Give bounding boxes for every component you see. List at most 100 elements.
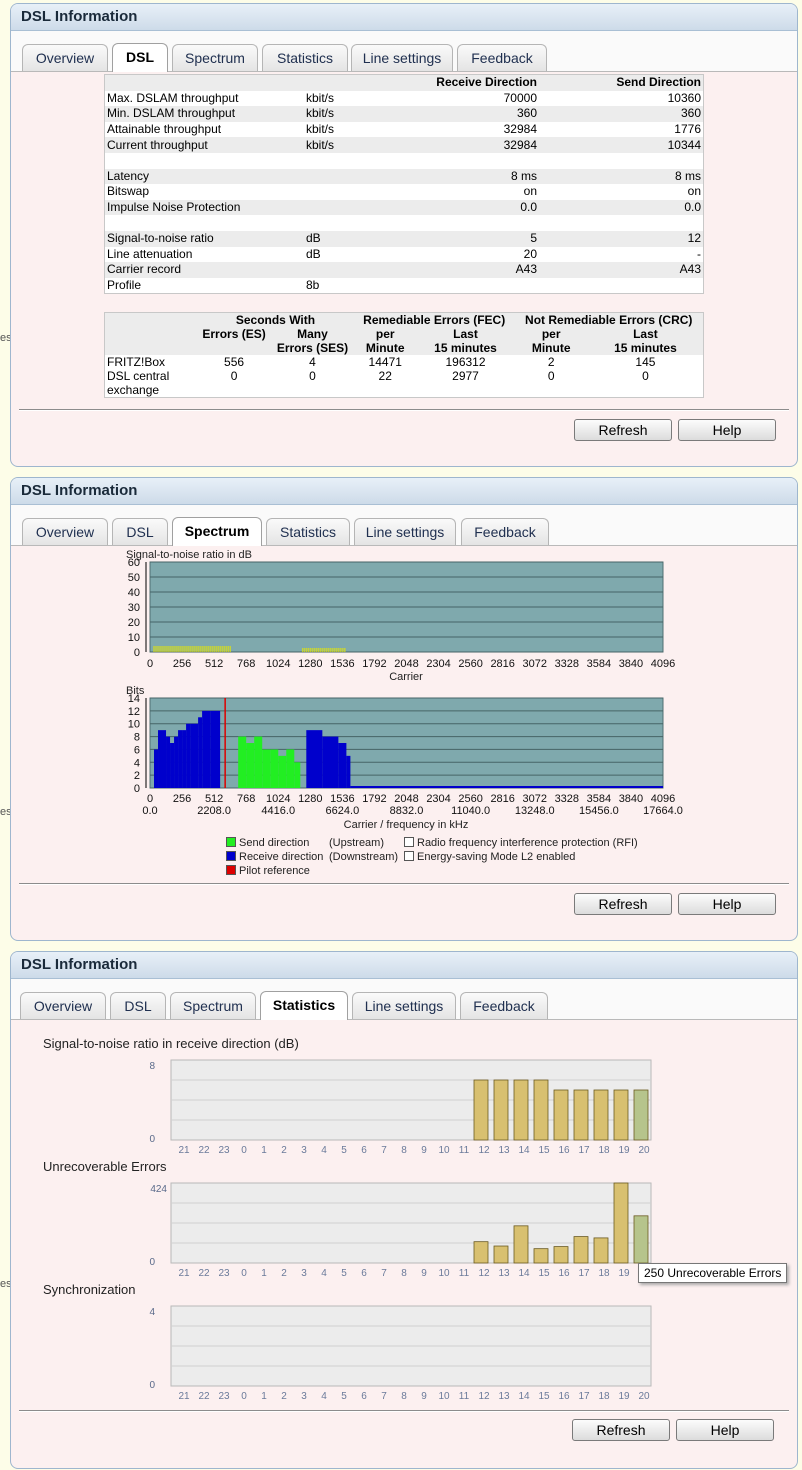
table-row: DSL central exchange 0 0 22 2977 0 0 [105, 369, 704, 398]
bits-y-tick: 10 [128, 719, 140, 731]
minute-header: Minute [353, 341, 417, 355]
receive-bits-bar [166, 736, 171, 788]
snr-hour-tick: 0 [241, 1145, 247, 1156]
sync-hour-tick: 21 [178, 1391, 190, 1402]
errors-stat-bar[interactable] [573, 1236, 589, 1264]
help-button[interactable]: Help [678, 893, 776, 915]
sync-hour-tick: 11 [459, 1391, 470, 1402]
row-label: DSL central [107, 369, 170, 383]
snr-stat-bar[interactable] [633, 1089, 649, 1141]
errors-stat-bar[interactable] [613, 1182, 629, 1264]
snr-stat-bar[interactable] [533, 1079, 549, 1141]
bits-x-tick: 3840 [619, 793, 643, 805]
snr-stat-bar[interactable] [513, 1079, 529, 1141]
snr-hour-tick: 14 [518, 1145, 530, 1156]
legend-l2: Energy-saving Mode L2 enabled [404, 851, 575, 863]
last-header: Last [416, 327, 515, 341]
tab-spectrum[interactable]: Spectrum [172, 44, 258, 71]
send-bits-bar [254, 736, 263, 788]
receive-bits-bar [338, 743, 347, 788]
tab-dsl[interactable]: DSL [112, 43, 168, 72]
errors-hour-tick: 9 [421, 1268, 427, 1279]
send-bits-bar [270, 749, 279, 788]
errors-stat-bar[interactable] [473, 1241, 489, 1264]
snr-y-tick: 0 [134, 647, 140, 659]
freq-x-tick: 4416.0 [261, 805, 295, 817]
snr-stat-bar[interactable] [573, 1089, 589, 1141]
snr-x-tick: 3584 [587, 658, 611, 670]
legend-send-note: (Upstream) [329, 837, 385, 849]
bits-x-tick: 256 [173, 793, 191, 805]
table-row [105, 153, 704, 169]
snr-x-tick: 2816 [490, 658, 514, 670]
snr-y-tick: 20 [128, 617, 140, 629]
errors-stat-bar[interactable] [633, 1215, 649, 1264]
refresh-button[interactable]: Refresh [572, 1419, 670, 1441]
tab-feedback[interactable]: Feedback [461, 518, 549, 545]
snr-stat-bar[interactable] [493, 1079, 509, 1141]
cell-tx: 8 ms [539, 168, 704, 185]
cell-ses: 0 [309, 369, 316, 383]
errors-hour-tick: 18 [598, 1268, 610, 1279]
snr-x-tick: 256 [173, 658, 191, 670]
sync-hour-tick: 9 [421, 1391, 427, 1402]
tab-overview[interactable]: Overview [22, 518, 108, 545]
tab-statistics[interactable]: Statistics [266, 518, 350, 545]
snr-hour-tick: 7 [381, 1145, 387, 1156]
tab-line-settings[interactable]: Line settings [351, 44, 453, 71]
cell-es: 556 [224, 355, 245, 369]
errors-hour-tick: 2 [281, 1268, 287, 1279]
cell-unit: kbit/s [304, 106, 388, 122]
cell-label [105, 215, 305, 231]
errors-stat-bar[interactable] [553, 1246, 569, 1264]
errors-hour-tick: 22 [198, 1268, 210, 1279]
bits-y-tick: 12 [128, 706, 140, 718]
tab-dsl[interactable]: DSL [112, 518, 168, 545]
cell-crc-min: 2 [547, 355, 555, 369]
cell-rx: 32984 [388, 137, 539, 153]
errors-stat-bar[interactable] [593, 1237, 609, 1264]
tab-statistics[interactable]: Statistics [262, 44, 348, 71]
errors-hour-tick: 1 [261, 1268, 267, 1279]
snr-stat-bar[interactable] [593, 1089, 609, 1141]
cell-rx: 32984 [503, 122, 537, 137]
cell-crc-15: 0 [642, 369, 649, 383]
errors-stat-bar[interactable] [513, 1225, 529, 1264]
errors-hour-tick: 11 [459, 1268, 470, 1279]
cell-rx [388, 278, 539, 294]
cell-label: Latency [104, 168, 304, 185]
cell-tx: 0.0 [539, 199, 704, 216]
table-row: Carrier record A43 A43 [104, 262, 704, 278]
cell-unit: dB [304, 230, 388, 247]
snr-stat-bar[interactable] [553, 1089, 569, 1141]
tab-feedback[interactable]: Feedback [457, 44, 547, 71]
cell-label: Max. DSLAM throughput [107, 90, 239, 105]
cell-fec-15: 2977 [452, 369, 479, 383]
errors-stat-bar[interactable] [533, 1248, 549, 1264]
errors-stat-bar[interactable] [493, 1245, 509, 1264]
freq-x-tick: 2208.0 [197, 805, 231, 817]
freq-x-tick: 8832.0 [390, 805, 424, 817]
cell-crc-15: 145 [635, 355, 656, 369]
tab-bar: Overview DSL Spectrum Statistics Line se… [11, 31, 797, 72]
help-button[interactable]: Help [678, 419, 776, 441]
legend-receive: Receive direction [226, 851, 323, 863]
errors-hour-tick: 21 [178, 1268, 190, 1279]
refresh-button[interactable]: Refresh [574, 419, 672, 441]
tab-spectrum[interactable]: Spectrum [172, 517, 262, 546]
help-button[interactable]: Help [676, 1419, 774, 1441]
rfi-swatch [404, 837, 414, 847]
tab-overview[interactable]: Overview [22, 44, 108, 71]
bits-x-tick: 1024 [266, 793, 290, 805]
bits-x-tick: 512 [205, 793, 223, 805]
refresh-button[interactable]: Refresh [574, 893, 672, 915]
sync-hour-tick: 17 [578, 1391, 590, 1402]
snr-stat-bar[interactable] [613, 1089, 629, 1141]
tab-line-settings[interactable]: Line settings [354, 518, 456, 545]
errors-hour-tick: 16 [558, 1268, 570, 1279]
snr-hour-tick: 6 [361, 1145, 367, 1156]
snr-y-tick: 40 [128, 587, 140, 599]
freq-x-tick: 15456.0 [579, 805, 619, 817]
row-label: FRITZ!Box [107, 355, 166, 369]
snr-stat-bar[interactable] [473, 1079, 489, 1141]
